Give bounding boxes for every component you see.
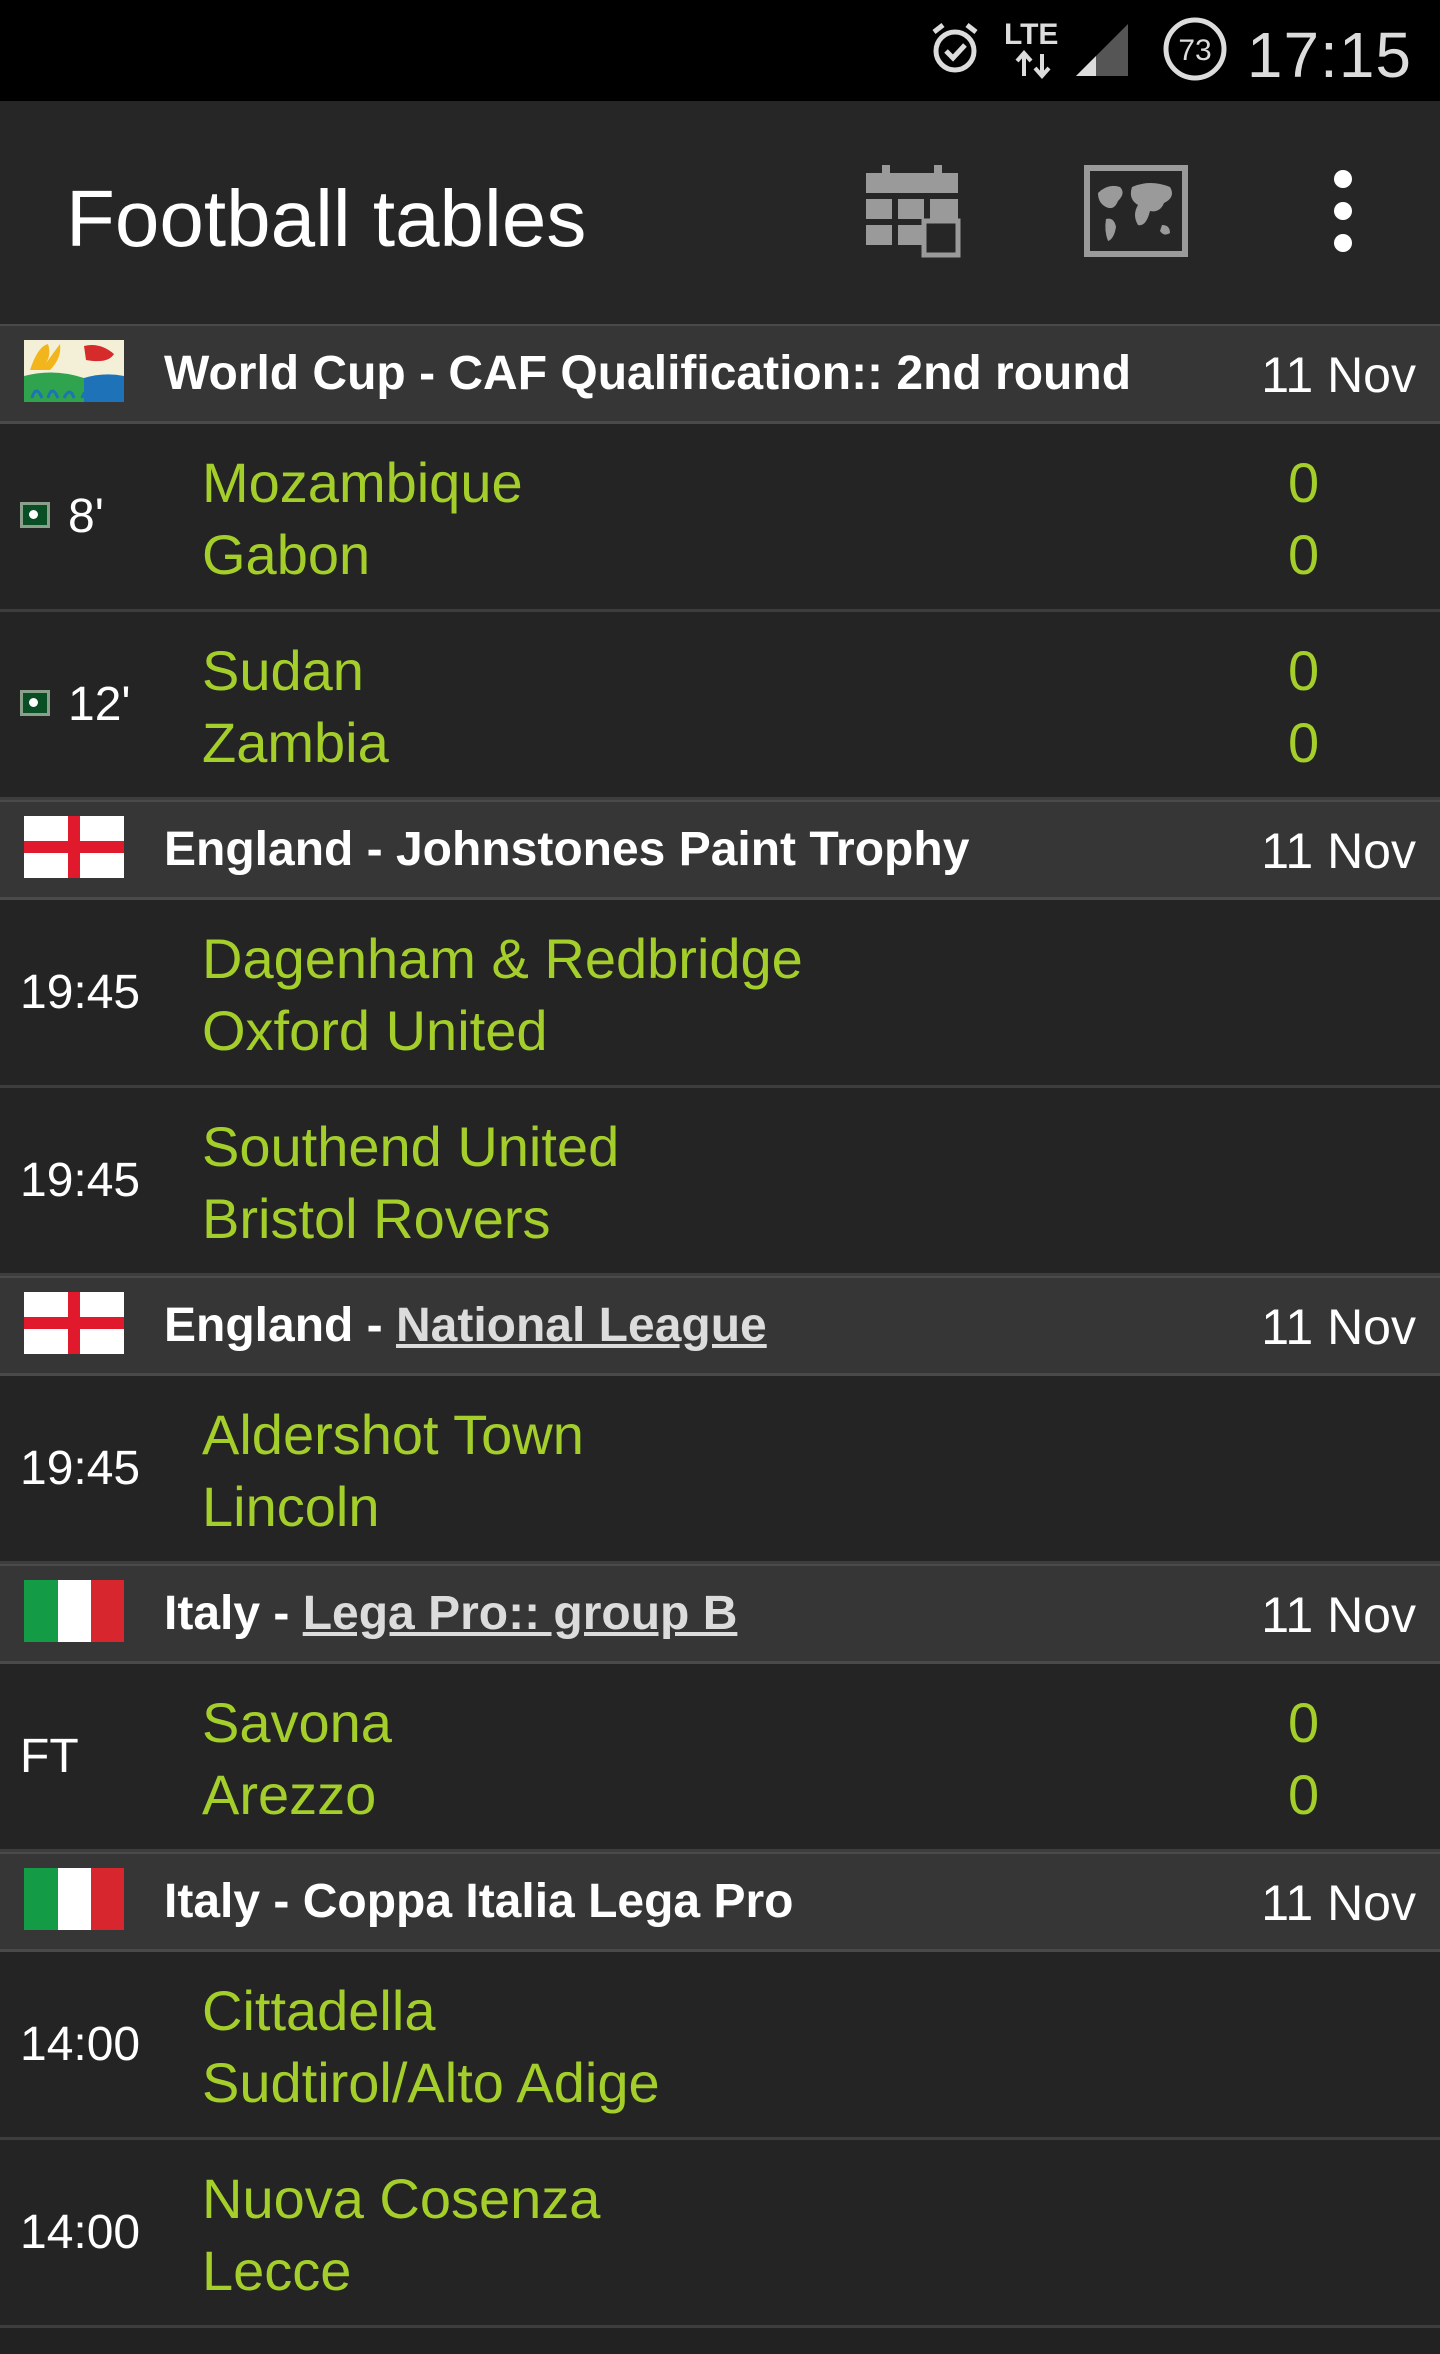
- league-separator: -: [260, 1875, 303, 1928]
- italy-flag: [24, 1868, 124, 1930]
- league-separator: -: [405, 347, 449, 400]
- match-row[interactable]: 12' Sudan Zambia 0 0: [0, 612, 1440, 800]
- league-competition: CAF Qualification:: 2nd round: [448, 347, 1132, 400]
- status-bar: LTE 73 17:15: [0, 0, 1440, 101]
- league-competition[interactable]: Lega Pro:: group B: [303, 1587, 738, 1640]
- league-date: 11 Nov: [1261, 347, 1416, 403]
- match-row[interactable]: 19:45 Dagenham & Redbridge Oxford United: [0, 900, 1440, 1088]
- battery-icon: 73: [1163, 17, 1227, 81]
- england-flag: [24, 816, 124, 878]
- match-status: 14:00: [20, 2140, 140, 2325]
- match-status-text: 14:00: [20, 2018, 141, 2071]
- league-date: 11 Nov: [1261, 823, 1416, 879]
- home-score: 0: [1288, 639, 1320, 702]
- home-team: Nuova Cosenza: [202, 2167, 601, 2230]
- league-country: England: [164, 823, 354, 876]
- live-indicator-icon: [20, 690, 50, 717]
- home-team: Mozambique: [202, 451, 523, 514]
- match-row[interactable]: 14:00 Nuova Cosenza Lecce: [0, 2140, 1440, 2328]
- away-team: Oxford United: [202, 999, 548, 1062]
- away-team: Gabon: [202, 523, 371, 586]
- away-team: Lecce: [202, 2239, 352, 2302]
- app-bar: Football tables: [0, 101, 1440, 324]
- league-title: World Cup - CAF Qualification:: 2nd roun…: [164, 346, 1131, 401]
- league-country: World Cup: [164, 347, 406, 400]
- league-header[interactable]: Italy - Lega Pro:: group B 11 Nov: [0, 1564, 1440, 1664]
- match-status: 14:00: [20, 1952, 140, 2137]
- home-team: Cittadella: [202, 1979, 436, 2042]
- league-header[interactable]: Italy - Coppa Italia Lega Pro 11 Nov: [0, 1852, 1440, 1952]
- away-score: 0: [1288, 523, 1320, 586]
- away-team: Bristol Rovers: [202, 1187, 551, 1250]
- match-list: World Cup - CAF Qualification:: 2nd roun…: [0, 324, 1440, 2328]
- match-status-text: 14:00: [20, 2206, 141, 2259]
- calendar-icon[interactable]: [862, 165, 962, 259]
- match-status-text: 8': [68, 490, 104, 543]
- lte-data-icon: LTE: [1004, 18, 1058, 80]
- live-indicator-icon: [20, 502, 50, 529]
- league-title: Italy - Coppa Italia Lega Pro: [164, 1874, 793, 1929]
- league-title: England - National League: [164, 1298, 767, 1353]
- alarm-icon: [932, 23, 978, 73]
- league-header[interactable]: England - National League 11 Nov: [0, 1276, 1440, 1376]
- match-status-text: 19:45: [20, 966, 141, 1019]
- match-row[interactable]: 19:45 Aldershot Town Lincoln: [0, 1376, 1440, 1564]
- world-cup-brasil-flag: [24, 340, 124, 402]
- home-team: Savona: [202, 1691, 392, 1754]
- match-status: 19:45: [20, 1376, 140, 1561]
- home-team: Aldershot Town: [202, 1403, 584, 1466]
- league-competition: Coppa Italia Lega Pro: [302, 1875, 794, 1928]
- away-score: 0: [1288, 711, 1320, 774]
- italy-flag: [24, 1580, 124, 1642]
- battery-level: 73: [1178, 34, 1211, 67]
- league-title: England - Johnstones Paint Trophy: [164, 822, 969, 877]
- league-country: Italy: [164, 1875, 261, 1928]
- home-score: 0: [1288, 1691, 1320, 1754]
- match-status: 19:45: [20, 1088, 140, 1273]
- away-team: Zambia: [202, 711, 389, 774]
- away-score: 0: [1288, 1763, 1320, 1826]
- league-header[interactable]: World Cup - CAF Qualification:: 2nd roun…: [0, 324, 1440, 424]
- league-header[interactable]: England - Johnstones Paint Trophy 11 Nov: [0, 800, 1440, 900]
- match-status-text: 12': [68, 678, 131, 731]
- match-status-text: FT: [20, 1730, 79, 1783]
- home-team: Dagenham & Redbridge: [202, 927, 803, 990]
- away-team: Sudtirol/Alto Adige: [202, 2051, 660, 2114]
- match-status-text: 19:45: [20, 1154, 141, 1207]
- league-country: England: [164, 1299, 354, 1352]
- app-title: Football tables: [66, 174, 587, 263]
- league-separator: -: [353, 1299, 396, 1352]
- home-team: Southend United: [202, 1115, 620, 1178]
- league-separator: -: [260, 1587, 303, 1640]
- world-map-icon[interactable]: [1084, 165, 1188, 257]
- match-status: 19:45: [20, 900, 140, 1085]
- match-status: FT: [20, 1664, 79, 1849]
- league-date: 11 Nov: [1261, 1299, 1416, 1355]
- match-status-text: 19:45: [20, 1442, 141, 1495]
- match-row[interactable]: 8' Mozambique Gabon 0 0: [0, 424, 1440, 612]
- more-options-icon[interactable]: [1318, 165, 1368, 257]
- league-separator: -: [353, 823, 396, 876]
- lte-label: LTE: [1004, 18, 1058, 51]
- signal-icon: [1076, 24, 1128, 76]
- league-title: Italy - Lega Pro:: group B: [164, 1586, 737, 1641]
- league-competition[interactable]: National League: [396, 1299, 767, 1352]
- england-flag: [24, 1292, 124, 1354]
- match-row[interactable]: 19:45 Southend United Bristol Rovers: [0, 1088, 1440, 1276]
- league-date: 11 Nov: [1261, 1875, 1416, 1931]
- status-clock: 17:15: [1246, 19, 1412, 91]
- match-row[interactable]: FT Savona Arezzo 0 0: [0, 1664, 1440, 1852]
- match-row[interactable]: 14:00 Cittadella Sudtirol/Alto Adige: [0, 1952, 1440, 2140]
- league-country: Italy: [164, 1587, 261, 1640]
- home-score: 0: [1288, 451, 1320, 514]
- league-date: 11 Nov: [1261, 1587, 1416, 1643]
- league-competition: Johnstones Paint Trophy: [395, 823, 970, 876]
- away-team: Arezzo: [202, 1763, 377, 1826]
- away-team: Lincoln: [202, 1475, 380, 1538]
- home-team: Sudan: [202, 639, 364, 702]
- match-status: 12': [20, 612, 131, 797]
- match-status: 8': [20, 424, 104, 609]
